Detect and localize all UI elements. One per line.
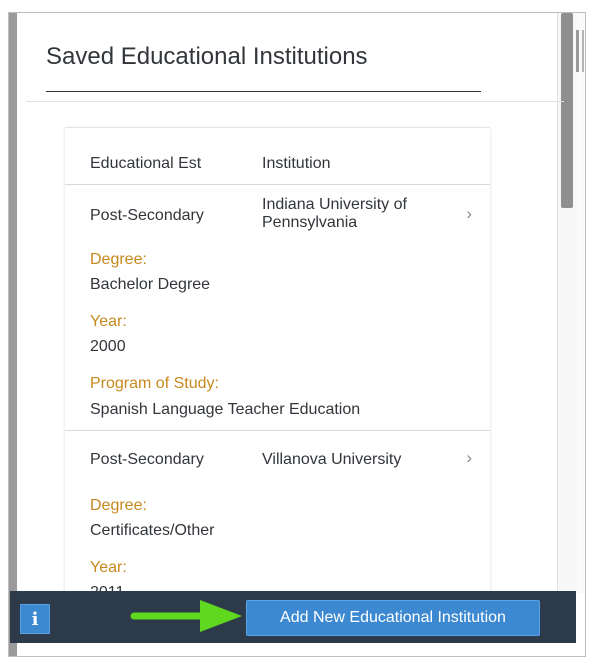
footer-toolbar: i Add New Educational Institution xyxy=(10,591,576,643)
institution-cell: Villanova University xyxy=(262,451,402,468)
info-icon: i xyxy=(31,608,39,630)
table-row[interactable]: Post-Secondary Indiana University of Pen… xyxy=(65,185,490,429)
add-new-institution-button[interactable]: Add New Educational Institution xyxy=(246,600,540,636)
info-button[interactable]: i xyxy=(20,604,50,634)
year-value: 2000 xyxy=(90,338,126,355)
panel-title: Saved Educational Institutions xyxy=(46,43,368,70)
left-border-strip xyxy=(9,13,17,656)
resize-handle[interactable] xyxy=(576,30,579,72)
add-new-institution-label: Add New Educational Institution xyxy=(280,609,506,626)
program-label: Program of Study: xyxy=(90,375,219,392)
program-value: Spanish Language Teacher Education xyxy=(90,401,361,418)
educational-est-cell: Post-Secondary xyxy=(90,451,204,468)
green-arrow-icon xyxy=(130,600,242,632)
degree-label: Degree: xyxy=(90,251,147,268)
resize-handle-shadow xyxy=(582,30,584,72)
year-label: Year: xyxy=(90,559,127,576)
institutions-table: Educational Est Institution Post-Seconda… xyxy=(65,127,490,608)
institution-cell: Indiana University of Pennsylvania xyxy=(262,196,407,231)
chevron-right-icon[interactable]: › xyxy=(466,448,472,468)
scrollbar-thumb[interactable] xyxy=(561,13,573,208)
title-underline xyxy=(46,91,481,92)
chevron-right-icon[interactable]: › xyxy=(466,204,472,224)
educational-est-cell: Post-Secondary xyxy=(90,207,204,224)
degree-label: Degree: xyxy=(90,497,147,514)
dialog-frame: Saved Educational Institutions Education… xyxy=(8,12,586,657)
table-row[interactable]: Post-Secondary Villanova University › De… xyxy=(65,431,490,608)
right-edge xyxy=(577,13,585,593)
title-divider xyxy=(26,101,564,102)
column-header-institution: Institution xyxy=(262,155,331,172)
degree-value: Certificates/Other xyxy=(90,522,215,539)
column-header-educational-est: Educational Est xyxy=(90,155,202,172)
year-label: Year: xyxy=(90,313,127,330)
degree-value: Bachelor Degree xyxy=(90,276,211,293)
table-header: Educational Est Institution xyxy=(65,128,490,185)
